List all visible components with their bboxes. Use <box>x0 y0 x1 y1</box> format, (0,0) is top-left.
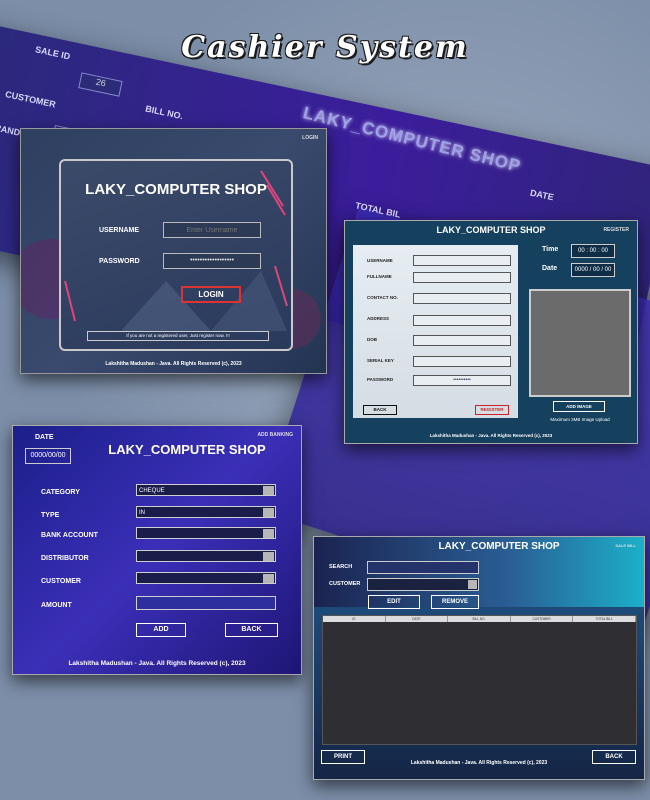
sale-window-tag: SALE BILL <box>615 543 636 548</box>
reg-serial-key-input[interactable] <box>413 356 511 367</box>
banking-footer: Lakshitha Madushan - Java. All Rights Re… <box>68 660 246 667</box>
sale-table-header: ID DATE BILL NO. CUSTOMER TOTAL BILL <box>323 616 636 622</box>
category-select[interactable]: CHEQUE <box>136 484 276 496</box>
page-title: Cashier System <box>181 30 469 65</box>
login-button[interactable]: LOGIN <box>181 286 241 303</box>
banking-window-tag: ADD BANKING <box>257 432 293 438</box>
banking-date-display: 0000/00/00 <box>25 448 71 464</box>
sale-footer: Lakshitha Madushan - Java. All Rights Re… <box>410 760 548 766</box>
reg-label-dob: DOB <box>367 337 377 342</box>
sale-customer-label: CUSTOMER <box>329 581 361 587</box>
image-upload-note: Maximum 3MB Image Upload <box>550 417 610 422</box>
reg-label-address: ADDRESS <box>367 316 390 321</box>
distributor-select[interactable] <box>136 550 276 562</box>
category-value: CHEQUE <box>139 488 165 494</box>
add-banking-button[interactable]: ADD <box>136 623 186 637</box>
register-form: USERNAME FULLNAME CONTACT NO. ADDRESS DO… <box>353 245 518 418</box>
reg-fullname-input[interactable] <box>413 272 511 283</box>
banking-back-button[interactable]: BACK <box>225 623 278 637</box>
type-value: IN <box>139 510 145 516</box>
bank-account-select[interactable] <box>136 527 276 539</box>
column-total-bill[interactable]: TOTAL BILL <box>573 616 636 622</box>
reg-label-fullname: FULLNAME <box>367 274 392 279</box>
banking-title: LAKY_COMPUTER SHOP <box>108 442 266 457</box>
reg-label-serial-key: SERIAL KEY <box>367 358 394 363</box>
distributor-label: DISTRIBUTOR <box>41 555 89 562</box>
sale-title: LAKY_COMPUTER SHOP <box>438 541 560 552</box>
reg-contact-input[interactable] <box>413 293 511 304</box>
password-label: PASSWORD <box>99 258 140 265</box>
bank-account-label: BANK ACCOUNT <box>41 532 98 539</box>
reg-back-button[interactable]: BACK <box>363 405 397 415</box>
register-button[interactable]: REGISTER <box>475 405 509 415</box>
reg-label-username: USERNAME <box>367 258 393 263</box>
time-label: Time <box>542 246 559 253</box>
reg-label-password: PASSWORD <box>367 377 394 382</box>
type-label: TYPE <box>41 512 60 519</box>
username-input[interactable] <box>163 222 261 238</box>
reg-username-input[interactable] <box>413 255 511 266</box>
customer-select[interactable] <box>136 572 276 584</box>
register-footer: Lakshitha Madushan - Java. All Rights Re… <box>429 433 553 438</box>
login-window: LOGIN LAKY_COMPUTER SHOP USERNAME PASSWO… <box>20 128 327 374</box>
bg-label-brand: BRAND <box>0 121 22 138</box>
time-display: 00 : 00 : 00 <box>571 244 615 258</box>
column-bill-no[interactable]: BILL NO. <box>448 616 511 622</box>
sale-bill-window: SALE BILL LAKY_COMPUTER SHOP SEARCH CUST… <box>313 536 645 780</box>
register-now-link[interactable]: If you are not a registered user, Just r… <box>87 331 269 341</box>
amount-input[interactable] <box>136 596 276 610</box>
column-id[interactable]: ID <box>323 616 386 622</box>
date-display: 0000 / 00 / 00 <box>571 263 615 277</box>
reg-password-input[interactable]: •••••••••• <box>413 375 511 386</box>
bg-label-bill-no: BILL NO. <box>144 103 184 122</box>
type-dropdown-arrow[interactable] <box>263 508 274 517</box>
add-image-button[interactable]: ADD IMAGE <box>553 401 605 412</box>
login-footer: Lakshitha Madushan - Java. All Rights Re… <box>105 361 242 367</box>
reg-address-input[interactable] <box>413 315 511 326</box>
category-dropdown-arrow[interactable] <box>263 486 274 495</box>
sale-bill-table[interactable]: ID DATE BILL NO. CUSTOMER TOTAL BILL <box>322 615 637 745</box>
sale-customer-dropdown-arrow[interactable] <box>468 580 477 589</box>
column-date[interactable]: DATE <box>386 616 449 622</box>
bg-label-customer: CUSTOMER <box>4 89 57 110</box>
login-panel: LAKY_COMPUTER SHOP USERNAME PASSWORD •••… <box>59 159 293 351</box>
edit-button[interactable]: EDIT <box>368 595 420 609</box>
reg-label-contact: CONTACT NO. <box>367 295 398 300</box>
remove-button[interactable]: REMOVE <box>431 595 479 609</box>
banking-date-label: DATE <box>35 434 54 441</box>
date-label: Date <box>542 265 558 272</box>
bank-account-dropdown-arrow[interactable] <box>263 529 274 538</box>
sale-customer-select[interactable] <box>367 578 479 591</box>
register-title: LAKY_COMPUTER SHOP <box>436 225 546 235</box>
category-label: CATEGORY <box>41 489 80 496</box>
distributor-dropdown-arrow[interactable] <box>263 552 274 561</box>
customer-label: CUSTOMER <box>41 578 81 585</box>
type-select[interactable]: IN <box>136 506 276 518</box>
amount-label: AMOUNT <box>41 602 72 609</box>
username-label: USERNAME <box>99 227 140 234</box>
login-title: LAKY_COMPUTER SHOP <box>85 181 267 198</box>
column-customer[interactable]: CUSTOMER <box>511 616 574 622</box>
search-input[interactable] <box>367 561 479 574</box>
bg-sale-id-box: 26 <box>78 72 123 97</box>
register-window: REGISTER LAKY_COMPUTER SHOP USERNAME FUL… <box>344 220 638 444</box>
search-label: SEARCH <box>329 564 353 570</box>
reg-dob-input[interactable] <box>413 335 511 346</box>
profile-image-preview <box>529 289 631 397</box>
banking-window: ADD BANKING DATE 0000/00/00 LAKY_COMPUTE… <box>12 425 302 675</box>
customer-dropdown-arrow[interactable] <box>263 574 274 583</box>
password-input[interactable]: •••••••••••••••••• <box>163 253 261 269</box>
